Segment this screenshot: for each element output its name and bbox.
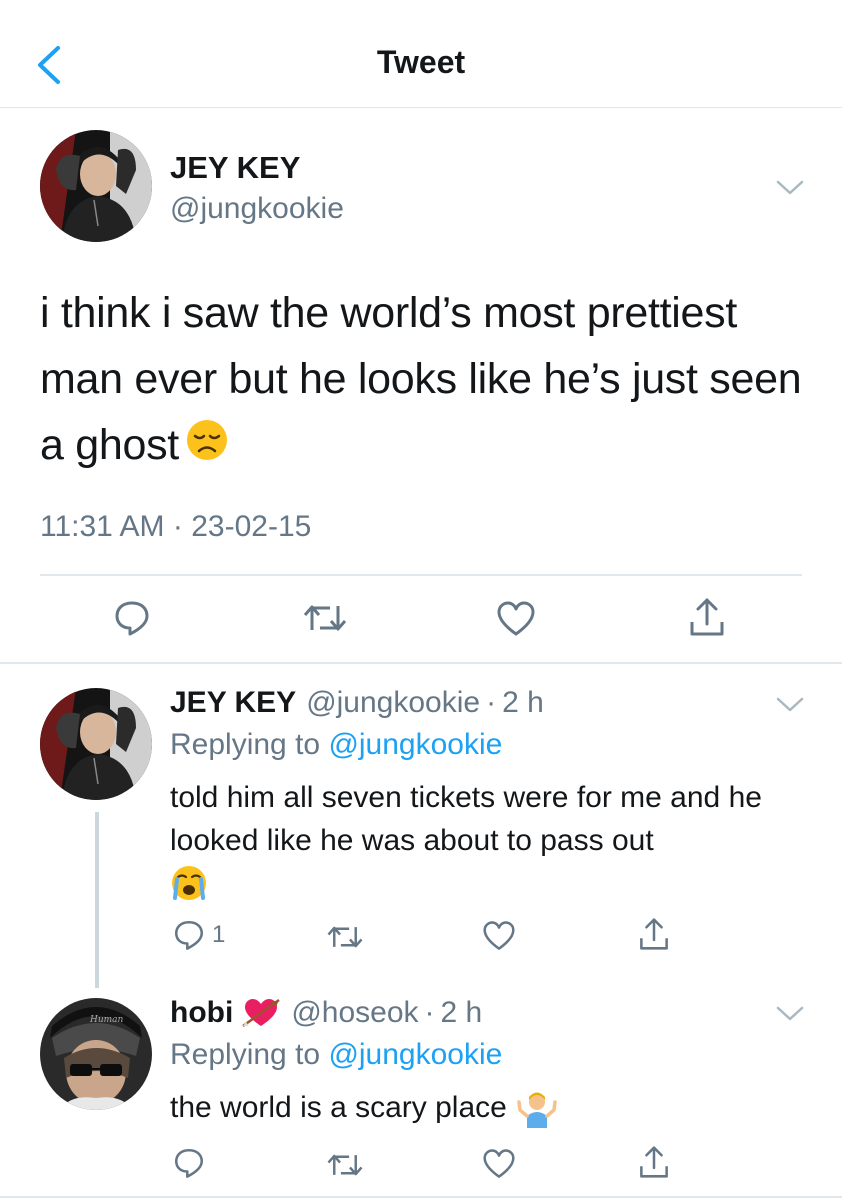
replying-to-label: Replying to	[170, 1038, 329, 1071]
heart-icon	[483, 921, 515, 950]
retweet-button[interactable]	[326, 1150, 364, 1180]
tweet-options-button[interactable]	[776, 697, 804, 718]
share-icon	[640, 918, 668, 950]
replying-to: Replying to @jungkookie	[170, 728, 502, 762]
reply-author-handle[interactable]: @jungkookie	[306, 686, 480, 720]
replying-to: Replying to @jungkookie	[170, 1038, 502, 1072]
comment-icon	[115, 601, 149, 636]
mention-link[interactable]: @jungkookie	[328, 728, 502, 761]
replying-to-label: Replying to	[170, 728, 329, 761]
reply-button[interactable]: 1	[172, 918, 225, 952]
tweet-options-button[interactable]	[776, 1006, 804, 1027]
reply-count: 1	[212, 921, 226, 948]
person-shrugging-icon	[517, 1088, 557, 1128]
retweet-button[interactable]	[302, 600, 348, 636]
retweet-icon	[327, 926, 363, 948]
share-button[interactable]	[638, 1144, 670, 1180]
reply-author-name[interactable]: JEY KEY	[170, 686, 296, 720]
reply-avatar[interactable]: Human	[40, 998, 152, 1110]
reply-author-handle[interactable]: @hoseok	[291, 996, 418, 1030]
heart-icon	[497, 601, 535, 636]
avatar[interactable]	[40, 130, 152, 242]
tweet-date: 23-02-15	[191, 510, 312, 543]
retweet-icon	[327, 1154, 363, 1176]
profile-photo	[40, 130, 152, 242]
share-icon	[690, 598, 724, 636]
loudly-crying-face-icon	[170, 864, 810, 914]
meta-separator: ·	[486, 686, 497, 719]
reply-time: 2 h	[502, 686, 544, 719]
chevron-down-icon	[776, 697, 804, 712]
comment-icon	[174, 920, 204, 950]
divider	[0, 1196, 842, 1198]
reply-header: JEY KEY @jungkookie · 2 h	[170, 686, 544, 720]
heart-with-arrow-icon	[241, 996, 281, 1030]
tweet-text: i think i saw the world’s most prettiest…	[40, 280, 810, 481]
reply-body: told him all seven tickets were for me a…	[170, 781, 762, 857]
comment-icon	[174, 1148, 204, 1178]
reply-header: hobi @hoseok · 2 h	[170, 996, 482, 1030]
reply-button[interactable]	[112, 598, 152, 638]
retweet-icon	[303, 605, 347, 631]
reply-button[interactable]	[172, 1146, 206, 1180]
share-button[interactable]	[688, 596, 726, 638]
divider	[0, 662, 842, 664]
svg-text:Human: Human	[89, 1015, 124, 1025]
reply-text: told him all seven tickets were for me a…	[170, 776, 810, 914]
reply-body: the world is a scary place	[170, 1091, 507, 1124]
like-button[interactable]	[482, 1148, 516, 1180]
chevron-down-icon	[776, 1006, 804, 1021]
navigation-bar: Tweet	[0, 0, 842, 108]
tweet-options-button[interactable]	[776, 180, 804, 201]
meta-separator: ·	[172, 510, 183, 543]
profile-photo: Human	[40, 998, 152, 1110]
like-button[interactable]	[482, 920, 516, 952]
author-handle[interactable]: @jungkookie	[170, 192, 344, 226]
divider	[40, 574, 802, 576]
reply-time: 2 h	[440, 996, 483, 1029]
mention-link[interactable]: @jungkookie	[328, 1038, 502, 1071]
share-icon	[640, 1146, 668, 1178]
disappointed-face-icon	[185, 415, 229, 481]
reply-author-name[interactable]: hobi	[170, 996, 233, 1030]
tweet-timestamp: 11:31 AM · 23-02-15	[40, 510, 311, 544]
meta-separator: ·	[424, 996, 435, 1029]
chevron-down-icon	[776, 180, 804, 195]
tweet-time: 11:31 AM	[40, 510, 165, 543]
thread-connector	[95, 812, 99, 988]
share-button[interactable]	[638, 916, 670, 952]
like-button[interactable]	[496, 600, 536, 638]
reply-avatar[interactable]	[40, 688, 152, 800]
page-title: Tweet	[376, 44, 466, 80]
profile-photo	[40, 688, 152, 800]
author-name[interactable]: JEY KEY	[170, 150, 300, 186]
heart-icon	[483, 1149, 515, 1178]
reply-text: the world is a scary place	[170, 1086, 810, 1129]
tweet-body: i think i saw the world’s most prettiest…	[40, 289, 802, 469]
retweet-button[interactable]	[326, 922, 364, 952]
